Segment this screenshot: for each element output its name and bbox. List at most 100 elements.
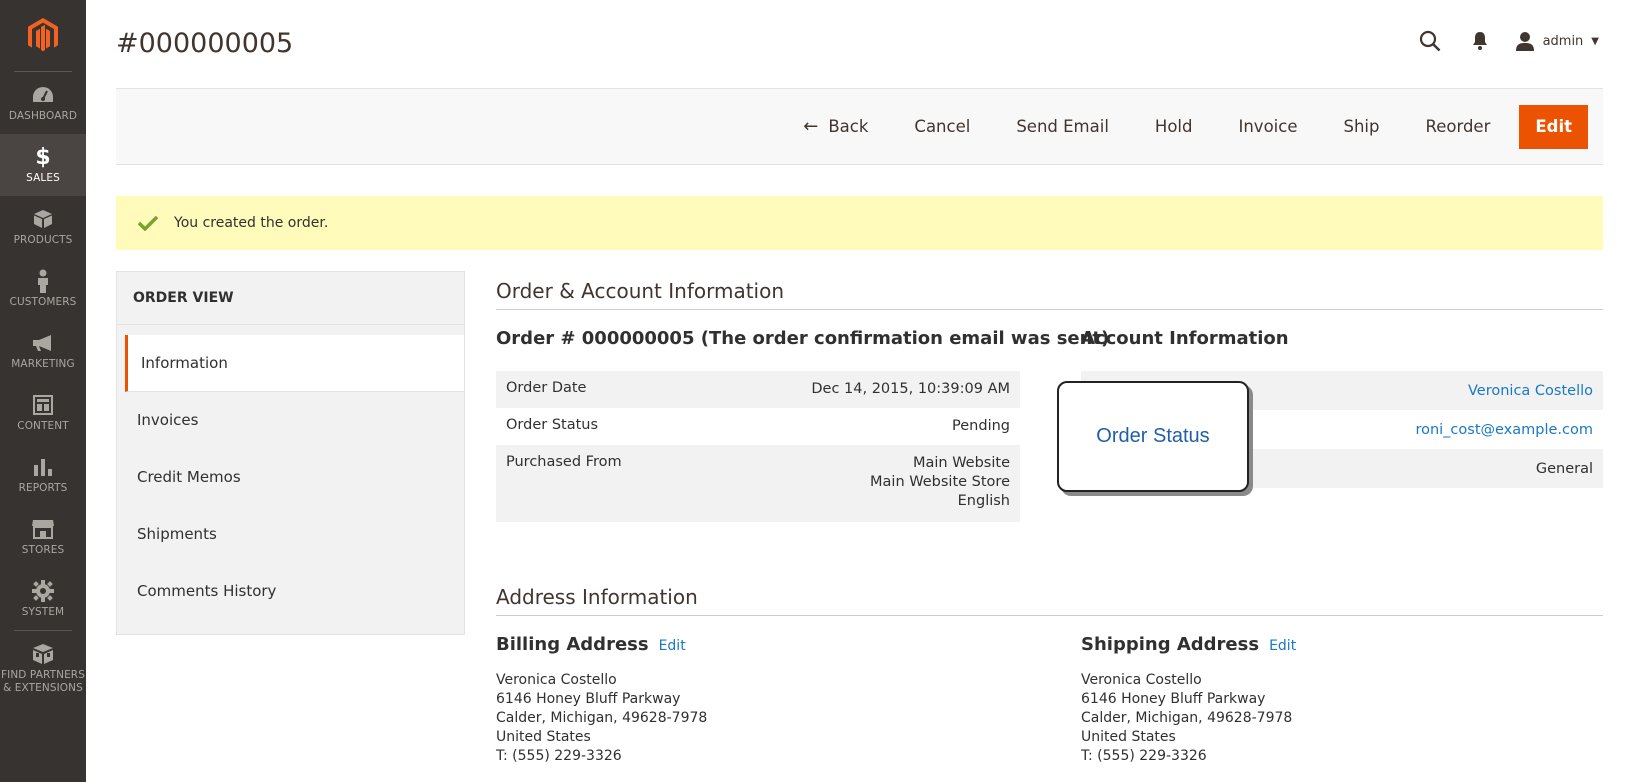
shipping-address-heading: Shipping Address Edit (1081, 634, 1296, 655)
order-date-label: Order Date (506, 380, 587, 396)
purchased-from-value: Main Website Main Website Store English (870, 454, 1010, 511)
customer-group-value: General (1535, 460, 1593, 477)
nav-label: FIND PARTNERS & EXTENSIONS (1, 668, 85, 694)
tabs-spacer (117, 325, 464, 335)
shipping-address-title: Shipping Address (1081, 634, 1260, 655)
cancel-button[interactable]: Cancel (891, 105, 993, 149)
billing-city: Calder, Michigan, 49628-7978 (496, 710, 708, 726)
shipping-country: United States (1081, 729, 1176, 745)
address-section-title: Address Information (496, 585, 1603, 616)
order-info-table: Order Date Dec 14, 2015, 10:39:09 AM Ord… (496, 371, 1020, 522)
magento-logo-icon (28, 17, 58, 51)
nav-label: PRODUCTS (13, 234, 73, 246)
billing-address-heading: Billing Address Edit (496, 634, 686, 655)
hold-button[interactable]: Hold (1132, 105, 1216, 149)
bar-chart-icon (33, 455, 53, 479)
send-email-button[interactable]: Send Email (993, 105, 1132, 149)
bell-icon[interactable] (1455, 28, 1505, 54)
message-text: You created the order. (174, 215, 329, 231)
tab-comments-history[interactable]: Comments History (117, 563, 464, 620)
admin-sidebar: DASHBOARD $ SALES PRODUCTS CUSTOMERS MAR… (0, 0, 86, 782)
account-heading: Account Information (1081, 328, 1289, 349)
billing-street: 6146 Honey Bluff Parkway (496, 691, 681, 707)
purchased-from-row: Purchased From Main Website Main Website… (496, 445, 1020, 522)
billing-address: Veronica Costello 6146 Honey Bluff Parkw… (496, 671, 707, 766)
nav-find-partners[interactable]: FIND PARTNERS & EXTENSIONS (0, 631, 86, 705)
purchased-from-store: Main Website Store (870, 474, 1010, 490)
order-status-row: Order Status Pending (496, 408, 1020, 445)
nav-label: SYSTEM (21, 606, 65, 618)
customer-name-link[interactable]: Veronica Costello (1468, 383, 1593, 399)
ship-button[interactable]: Ship (1320, 105, 1402, 149)
nav-label: STORES (21, 544, 65, 556)
billing-address-title: Billing Address (496, 634, 649, 655)
megaphone-icon (31, 331, 55, 355)
edit-button[interactable]: Edit (1519, 104, 1588, 149)
shipping-edit-link[interactable]: Edit (1269, 638, 1296, 654)
nav-label: SALES (26, 172, 60, 184)
header-actions: admin ▼ (1405, 28, 1599, 54)
back-button[interactable]: ← Back (780, 105, 891, 149)
nav-content[interactable]: CONTENT (0, 382, 86, 444)
shipping-address: Veronica Costello 6146 Honey Bluff Parkw… (1081, 671, 1292, 766)
order-date-row: Order Date Dec 14, 2015, 10:39:09 AM (496, 371, 1020, 408)
user-name: admin (1542, 33, 1584, 49)
nav-system[interactable]: SYSTEM (0, 568, 86, 630)
purchased-from-view: English (957, 493, 1010, 509)
nav-label: CUSTOMERS (9, 296, 77, 308)
store-icon (31, 517, 55, 541)
layout-icon (33, 393, 53, 417)
billing-phone: T: (555) 229-3326 (496, 748, 622, 764)
order-status-value: Pending (952, 418, 1010, 434)
tab-invoices[interactable]: Invoices (117, 392, 464, 449)
tab-credit-memos[interactable]: Credit Memos (117, 449, 464, 506)
tab-shipments[interactable]: Shipments (117, 506, 464, 563)
billing-name: Veronica Costello (496, 672, 617, 688)
checkmark-icon (138, 215, 158, 231)
shipping-phone: T: (555) 229-3326 (1081, 748, 1207, 764)
order-heading: Order # 000000005 (The order confirmatio… (496, 328, 1110, 349)
gear-icon (32, 579, 54, 603)
user-menu[interactable]: admin ▼ (1515, 31, 1599, 51)
nav-reports[interactable]: REPORTS (0, 444, 86, 506)
nav-label: DASHBOARD (8, 110, 78, 122)
shipping-street: 6146 Honey Bluff Parkway (1081, 691, 1266, 707)
nav-label: REPORTS (18, 482, 68, 494)
nav-marketing[interactable]: MARKETING (0, 320, 86, 382)
chevron-down-icon: ▼ (1591, 35, 1599, 47)
dollar-icon: $ (35, 144, 51, 170)
invoice-button[interactable]: Invoice (1215, 105, 1320, 149)
nav-products[interactable]: PRODUCTS (0, 196, 86, 258)
nav-label: MARKETING (11, 358, 75, 370)
shipping-city: Calder, Michigan, 49628-7978 (1081, 710, 1293, 726)
page-actions-toolbar: ← Back Cancel Send Email Hold Invoice Sh… (116, 88, 1603, 165)
person-icon (36, 269, 50, 293)
nav-sales[interactable]: $ SALES (0, 134, 86, 196)
nav-dashboard[interactable]: DASHBOARD (0, 72, 86, 134)
purchased-from-website: Main Website (912, 455, 1010, 471)
dashboard-icon (32, 83, 54, 107)
billing-country: United States (496, 729, 591, 745)
tabs-title: ORDER VIEW (117, 272, 464, 325)
user-icon (1515, 32, 1534, 51)
order-account-section-title: Order & Account Information (496, 279, 1603, 310)
purchased-from-label: Purchased From (506, 454, 622, 470)
shipping-name: Veronica Costello (1081, 672, 1202, 688)
nav-stores[interactable]: STORES (0, 506, 86, 568)
page-title: #000000005 (116, 28, 294, 59)
magento-logo[interactable] (14, 0, 72, 72)
tab-information[interactable]: Information (125, 335, 464, 392)
nav-customers[interactable]: CUSTOMERS (0, 258, 86, 320)
reorder-button[interactable]: Reorder (1402, 105, 1513, 149)
arrow-left-icon: ← (803, 116, 819, 137)
nav-label: CONTENT (17, 420, 69, 432)
search-icon[interactable] (1405, 28, 1455, 54)
extensions-icon (31, 642, 55, 666)
order-view-tabs: ORDER VIEW Information Invoices Credit M… (116, 271, 465, 635)
order-status-callout: Order Status (1057, 381, 1249, 492)
order-date-value: Dec 14, 2015, 10:39:09 AM (811, 381, 1010, 397)
customer-email-link[interactable]: roni_cost@example.com (1415, 422, 1593, 438)
box-icon (33, 207, 53, 231)
billing-edit-link[interactable]: Edit (659, 638, 686, 654)
success-message: You created the order. (116, 196, 1603, 250)
